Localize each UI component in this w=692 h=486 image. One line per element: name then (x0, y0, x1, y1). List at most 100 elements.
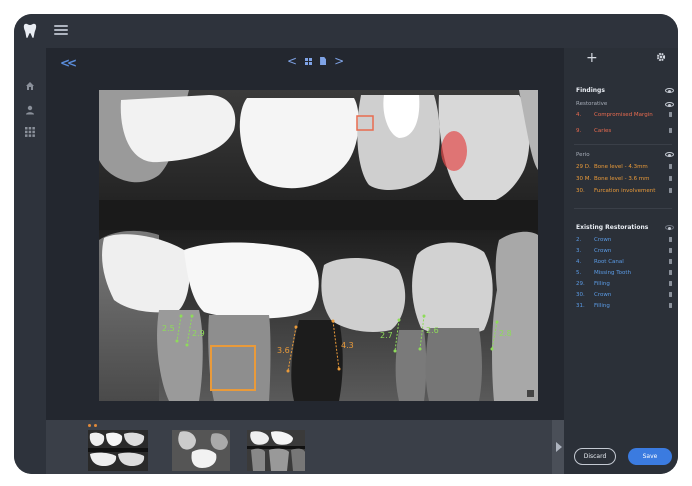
finding-text: Compromised Margin (594, 111, 653, 118)
restoration-row[interactable]: 31. Filling (576, 301, 672, 310)
finding-text: Bone level - 4.3mm (594, 163, 648, 170)
trash-icon[interactable] (669, 112, 672, 117)
finding-text: Bone level - 3.6 mm (594, 175, 650, 182)
finding-number: 29 D. (576, 163, 591, 170)
image-corner-marker (527, 390, 534, 397)
restoration-row[interactable]: 4. Root Canal (576, 257, 672, 266)
selected-indicator (88, 424, 97, 427)
finding-row[interactable]: 30. Furcation involvement (576, 186, 672, 195)
restoration-text: Root Canal (594, 258, 624, 265)
restoration-text: Crown (594, 247, 612, 254)
lower-tooth (412, 242, 493, 336)
findings-panel: + Findings Restorative 4. Compromised Ma… (564, 48, 678, 474)
document-icon[interactable] (320, 57, 327, 65)
gear-icon[interactable] (656, 51, 666, 65)
measure-label: 2.6 (426, 326, 439, 335)
measure-label: 2.9 (192, 329, 205, 338)
trash-icon[interactable] (669, 164, 672, 169)
restorative-label: Restorative (576, 101, 608, 107)
dental-xray-image[interactable]: 2.5 2.9 3.6 4.3 2.7 2.6 2.8 (99, 90, 538, 401)
lower-crown (102, 234, 190, 313)
restoration-number: 4. (576, 258, 582, 265)
lower-root (208, 315, 271, 401)
save-button[interactable]: Save (628, 448, 672, 465)
finding-number: 9. (576, 127, 582, 134)
restoration-text: Filling (594, 280, 610, 287)
thumbnail-2[interactable] (172, 430, 230, 471)
measure-label: 2.5 (162, 324, 175, 333)
finding-text: Caries (594, 127, 612, 134)
restoration-row[interactable]: 5. Missing Tooth (576, 268, 672, 277)
restoration-row[interactable]: 29. Filling (576, 279, 672, 288)
restoration-number: 3. (576, 247, 582, 254)
trash-icon[interactable] (669, 303, 672, 308)
top-bar (14, 14, 678, 48)
tooth-logo-icon (14, 14, 46, 48)
app-window: << < > 2.5 2.9 3.6 4.3 2.7 2.6 2.8 + Fin… (14, 14, 678, 474)
home-icon[interactable] (24, 80, 36, 92)
panel-toolbar: + (564, 48, 678, 72)
trash-icon[interactable] (669, 128, 672, 133)
user-icon[interactable] (24, 104, 36, 116)
caries-highlight[interactable] (441, 131, 467, 171)
restoration-row[interactable]: 2. Crown (576, 235, 672, 244)
perio-label: Perio (576, 152, 590, 158)
eye-icon[interactable] (665, 88, 674, 93)
restoration-row[interactable]: 30. Crown (576, 290, 672, 299)
hamburger-menu-icon[interactable] (54, 23, 68, 37)
prev-image-button[interactable]: < (287, 54, 297, 68)
eye-icon[interactable] (665, 225, 674, 230)
divider (574, 144, 672, 145)
next-image-button[interactable]: > (334, 54, 344, 68)
grid-view-icon[interactable] (305, 57, 313, 65)
thumbnail-1[interactable] (88, 430, 148, 471)
measure-label: 2.8 (499, 329, 512, 338)
eye-icon[interactable] (665, 152, 674, 157)
trash-icon[interactable] (669, 248, 672, 253)
lower-root (425, 328, 482, 401)
finding-number: 30 M. (576, 175, 592, 182)
lower-tooth (492, 231, 538, 401)
measure-label: 3.6 (277, 346, 290, 355)
measure-label: 4.3 (341, 341, 354, 350)
trash-icon[interactable] (669, 281, 672, 286)
bone-loss-area (291, 320, 343, 401)
discard-button[interactable]: Discard (574, 448, 616, 465)
lower-root (395, 330, 427, 401)
image-filmstrip (46, 420, 564, 474)
finding-row[interactable]: 29 D. Bone level - 4.3mm (576, 162, 672, 171)
trash-icon[interactable] (669, 259, 672, 264)
finding-row[interactable]: 30 M. Bone level - 3.6 mm (576, 174, 672, 183)
trash-icon[interactable] (669, 237, 672, 242)
add-finding-button[interactable]: + (586, 50, 598, 66)
finding-text: Furcation involvement (594, 187, 656, 194)
restoration-text: Missing Tooth (594, 269, 632, 276)
restoration-number: 29. (576, 280, 585, 287)
restoration-number: 30. (576, 291, 585, 298)
image-pager: < > (287, 54, 344, 68)
trash-icon[interactable] (669, 176, 672, 181)
restoration-text: Filling (594, 302, 610, 309)
restoration-row[interactable]: 3. Crown (576, 246, 672, 255)
finding-number: 4. (576, 111, 582, 118)
restoration-number: 31. (576, 302, 585, 309)
restoration-text: Crown (594, 291, 612, 298)
chevron-right-icon[interactable] (556, 442, 562, 452)
restoration-number: 2. (576, 236, 582, 243)
divider (574, 208, 672, 209)
left-nav-rail (14, 48, 46, 474)
findings-heading: Findings (576, 87, 605, 94)
lower-crown (184, 242, 319, 319)
thumbnail-3[interactable] (247, 430, 305, 471)
existing-restorations-heading: Existing Restorations (576, 224, 649, 231)
image-viewer: << < > 2.5 2.9 3.6 4.3 2.7 2.6 2.8 (46, 48, 564, 420)
finding-row[interactable]: 9. Caries (576, 126, 672, 135)
finding-row[interactable]: 4. Compromised Margin (576, 110, 672, 119)
eye-icon[interactable] (665, 102, 674, 107)
trash-icon[interactable] (669, 188, 672, 193)
measure-label: 2.7 (380, 331, 393, 340)
apps-grid-icon[interactable] (24, 126, 36, 138)
trash-icon[interactable] (669, 292, 672, 297)
collapse-sidebar-button[interactable]: << (60, 56, 77, 70)
trash-icon[interactable] (669, 270, 672, 275)
